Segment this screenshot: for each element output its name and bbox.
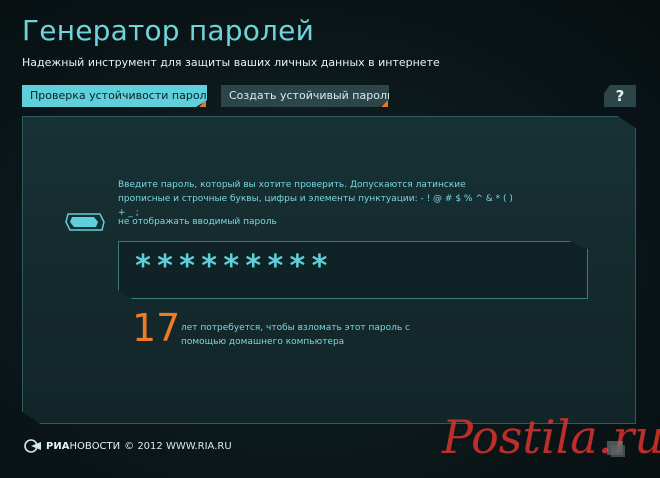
- page-subtitle: Надежный инструмент для защиты ваших лич…: [22, 56, 440, 69]
- ria-logo-icon: [24, 439, 41, 453]
- footer: РИАНОВОСТИ © 2012 WWW.RIA.RU: [24, 438, 232, 454]
- hide-password-toggle[interactable]: [64, 212, 106, 232]
- instructions-text: Введите пароль, который вы хотите провер…: [118, 180, 513, 218]
- hide-password-label: не отображать вводимый пароль: [118, 217, 277, 227]
- tab-create-password[interactable]: Создать устойчивый пароль: [221, 85, 389, 107]
- tab-corner-accent: [381, 100, 388, 107]
- ria-brand-bold: РИА: [46, 440, 70, 452]
- ria-brand-rest: НОВОСТИ: [69, 440, 121, 452]
- password-input[interactable]: [132, 247, 576, 285]
- help-button[interactable]: ?: [604, 85, 636, 107]
- crack-time-description: лет потребуется, чтобы взломать этот пар…: [181, 323, 410, 347]
- page-title: Генератор паролей: [22, 14, 314, 47]
- tab-corner-accent: [199, 100, 206, 107]
- crack-years-value: 17: [132, 306, 181, 350]
- copyright-text: © 2012 WWW.RIA.RU: [124, 440, 232, 452]
- watermark-icon: [607, 441, 625, 457]
- ria-brand[interactable]: РИАНОВОСТИ: [46, 441, 120, 452]
- tab-check-strength[interactable]: Проверка устойчивости пароля: [22, 85, 207, 107]
